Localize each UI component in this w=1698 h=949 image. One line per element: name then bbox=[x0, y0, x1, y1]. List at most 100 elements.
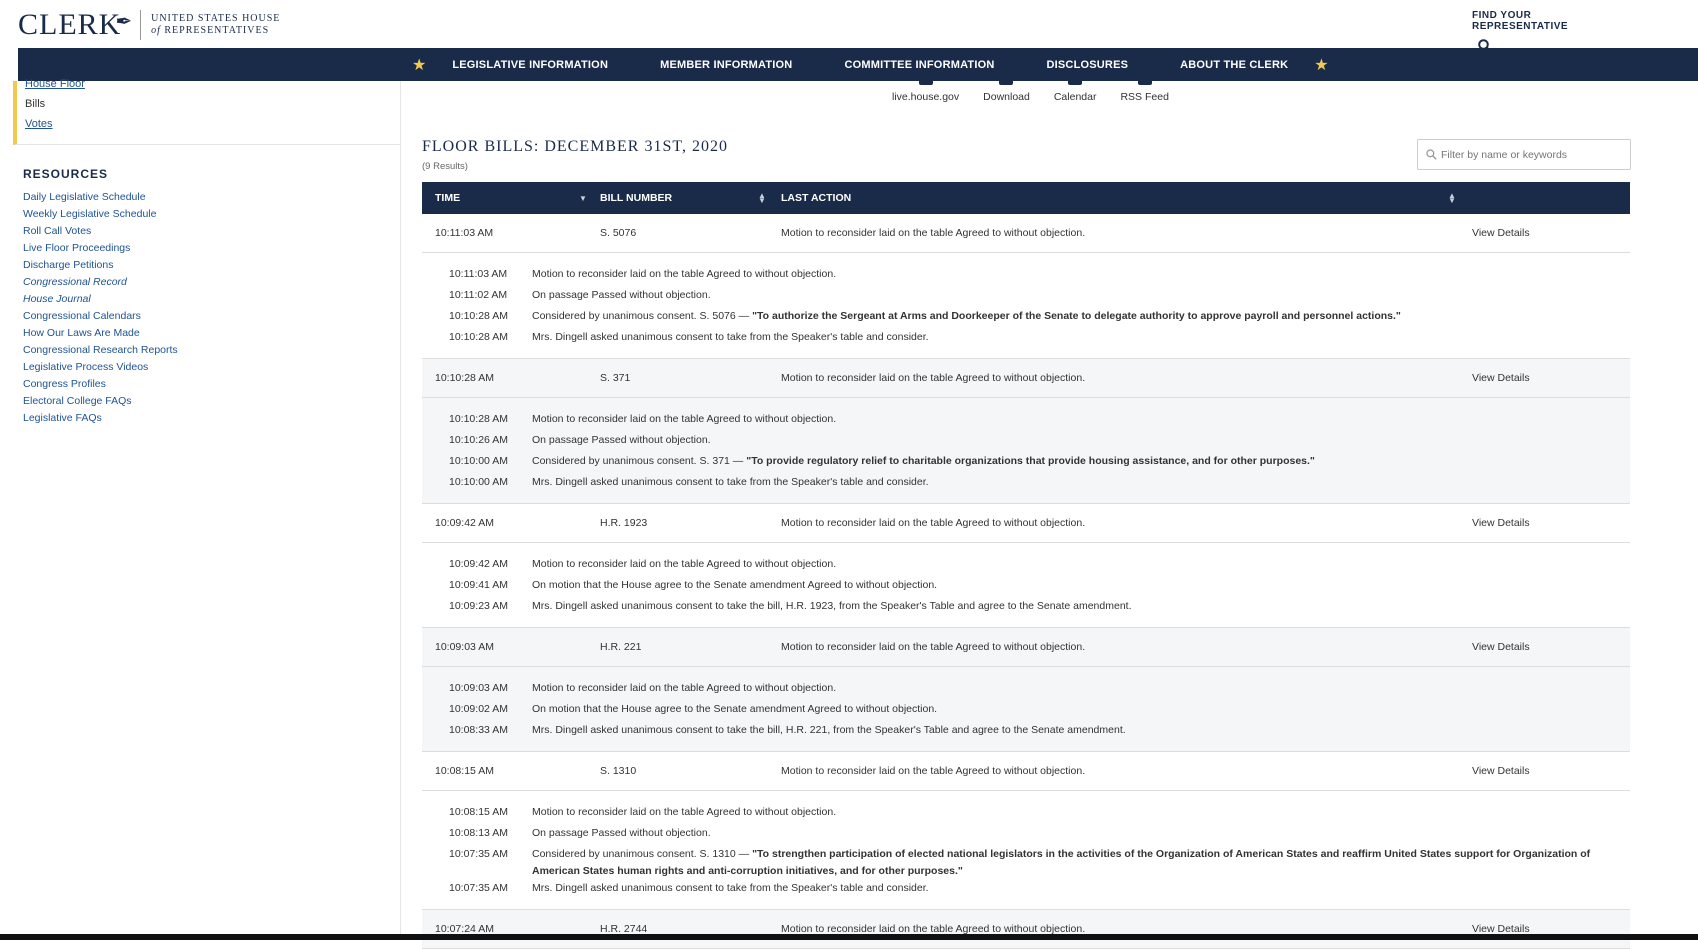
nav-committee-information[interactable]: COMMITTEE INFORMATION bbox=[844, 59, 994, 71]
rss-icon bbox=[1137, 75, 1152, 85]
action-time: 10:09:23 AM bbox=[449, 600, 508, 612]
column-header-bill-number[interactable]: BILL NUMBER bbox=[600, 182, 672, 214]
main-content: live.house.gov Download Calendar RSS Fee… bbox=[402, 75, 1698, 949]
table-row[interactable]: 10:08:15 AM S. 1310 Motion to reconsider l… bbox=[422, 752, 1630, 791]
column-header-last-action[interactable]: LAST ACTION bbox=[781, 182, 851, 214]
action-text: Mrs. Dingell asked unanimous consent to … bbox=[532, 880, 1630, 901]
logo-of: of bbox=[151, 25, 161, 36]
quill-icon: ✒ bbox=[115, 10, 133, 33]
action-time: 10:09:41 AM bbox=[449, 579, 508, 591]
bill-number[interactable]: H.R. 1923 bbox=[600, 504, 647, 543]
resource-link[interactable]: Live Floor Proceedings bbox=[23, 240, 178, 257]
bill-number[interactable]: S. 5076 bbox=[600, 214, 636, 253]
resource-link[interactable]: Daily Legislative Schedule bbox=[23, 189, 178, 206]
tool-calendar[interactable]: Calendar bbox=[1054, 75, 1096, 105]
action-time: 10:11:02 AM bbox=[449, 289, 508, 301]
action-time: 10:10:28 AM bbox=[449, 413, 508, 425]
nav-about-the-clerk[interactable]: ABOUT THE CLERK bbox=[1180, 59, 1288, 71]
action-description: Mrs. Dingell asked unanimous consent to … bbox=[532, 476, 929, 488]
action-row: 10:09:02 AM On motion that the House agre… bbox=[422, 701, 1630, 722]
results-count: (9 Results) bbox=[422, 161, 468, 172]
view-details-link[interactable]: View Details bbox=[1472, 910, 1530, 949]
action-row: 10:11:02 AM On passage Passed without obj… bbox=[422, 287, 1630, 308]
sidebar: House Floor Bills Votes RESOURCES Daily … bbox=[0, 78, 401, 940]
sort-down-icon[interactable]: ▼ bbox=[579, 195, 587, 203]
resource-link[interactable]: House Journal bbox=[23, 291, 178, 308]
sort-icon[interactable]: ▲ ▼ bbox=[1448, 192, 1456, 205]
bill-number[interactable]: S. 1310 bbox=[600, 752, 636, 791]
bill-last-action: Motion to reconsider laid on the table A… bbox=[781, 517, 1086, 529]
calendar-icon bbox=[1068, 75, 1083, 85]
action-time: 10:10:28 AM bbox=[449, 331, 508, 343]
tool-label: RSS Feed bbox=[1120, 91, 1169, 103]
table-row[interactable]: 10:09:03 AM H.R. 221 Motion to reconsider … bbox=[422, 628, 1630, 667]
resource-link[interactable]: Legislative Process Videos bbox=[23, 359, 178, 376]
resource-link[interactable]: Congressional Research Reports bbox=[23, 342, 178, 359]
resource-link[interactable]: How Our Laws Are Made bbox=[23, 325, 178, 342]
resource-link[interactable]: Discharge Petitions bbox=[23, 257, 178, 274]
logo-line-2: of REPRESENTATIVES bbox=[151, 25, 280, 37]
table-row[interactable]: 10:11:03 AM S. 5076 Motion to reconsider l… bbox=[422, 214, 1630, 253]
bill-time: 10:08:15 AM bbox=[435, 765, 494, 777]
action-text: On passage Passed without objection. bbox=[532, 287, 1630, 308]
sidebar-link-house-floor[interactable]: House Floor bbox=[25, 78, 85, 90]
action-description: Mrs. Dingell asked unanimous consent to … bbox=[532, 724, 1126, 736]
bill-number[interactable]: H.R. 221 bbox=[600, 628, 641, 667]
logo-divider bbox=[140, 10, 142, 40]
view-details-link[interactable]: View Details bbox=[1472, 504, 1530, 543]
bill-number[interactable]: H.R. 2744 bbox=[600, 910, 647, 949]
resource-link[interactable]: Congress Profiles bbox=[23, 376, 178, 393]
action-description: Motion to reconsider laid on the table A… bbox=[532, 268, 837, 280]
resource-link[interactable]: Congressional Calendars bbox=[23, 308, 178, 325]
sidebar-link-votes[interactable]: Votes bbox=[25, 118, 53, 130]
action-time: 10:09:03 AM bbox=[449, 682, 508, 694]
action-time: 10:09:02 AM bbox=[449, 703, 508, 715]
view-details-link[interactable]: View Details bbox=[1472, 752, 1530, 791]
tool-download[interactable]: Download bbox=[983, 75, 1030, 105]
resource-link[interactable]: Electoral College FAQs bbox=[23, 393, 178, 410]
nav-legislative-information[interactable]: LEGISLATIVE INFORMATION bbox=[452, 59, 608, 71]
logo-line-2-text: REPRESENTATIVES bbox=[164, 25, 270, 36]
bill-last-action: Motion to reconsider laid on the table A… bbox=[781, 372, 1086, 384]
view-details-link[interactable]: View Details bbox=[1472, 628, 1530, 667]
clerk-logo[interactable]: CLERK ✒ UNITED STATES HOUSE of REPRESENT… bbox=[18, 8, 280, 42]
resources-heading: RESOURCES bbox=[23, 167, 109, 181]
action-row: 10:09:03 AM Motion to reconsider laid on … bbox=[422, 680, 1630, 701]
bills-table: TIME ▼ BILL NUMBER ▲ ▼ LAST ACTION ▲ ▼ 10:… bbox=[422, 182, 1630, 949]
action-row: 10:09:42 AM Motion to reconsider laid on … bbox=[422, 556, 1630, 577]
resource-link[interactable]: Weekly Legislative Schedule bbox=[23, 206, 178, 223]
action-description: On passage Passed without objection. bbox=[532, 827, 711, 839]
tool-label: Download bbox=[983, 91, 1030, 103]
nav-member-information[interactable]: MEMBER INFORMATION bbox=[660, 59, 792, 71]
resource-link[interactable]: Roll Call Votes bbox=[23, 223, 178, 240]
resource-link[interactable]: Congressional Record bbox=[23, 274, 178, 291]
action-description: On motion that the House agree to the Se… bbox=[532, 703, 938, 715]
bill-number[interactable]: S. 371 bbox=[600, 359, 630, 398]
action-time: 10:10:26 AM bbox=[449, 434, 508, 446]
view-details-link[interactable]: View Details bbox=[1472, 359, 1530, 398]
filter-input[interactable] bbox=[1441, 148, 1626, 161]
action-row: 10:10:28 AM Considered by unanimous conse… bbox=[422, 308, 1630, 329]
bill-time: 10:11:03 AM bbox=[435, 227, 494, 239]
bill-title: "To provide regulatory relief to charita… bbox=[746, 455, 1315, 467]
bill-actions-detail: 10:09:42 AM Motion to reconsider laid on … bbox=[422, 543, 1630, 628]
download-icon bbox=[999, 75, 1014, 85]
tool-label: live.house.gov bbox=[892, 91, 960, 103]
sort-icon[interactable]: ▲ ▼ bbox=[758, 192, 766, 205]
table-row[interactable]: 10:10:28 AM S. 371 Motion to reconsider la… bbox=[422, 359, 1630, 398]
action-row: 10:07:35 AM Mrs. Dingell asked unanimous … bbox=[422, 880, 1630, 901]
resource-link[interactable]: Legislative FAQs bbox=[23, 410, 178, 427]
table-row[interactable]: 10:07:24 AM H.R. 2744 Motion to reconsider… bbox=[422, 910, 1630, 949]
find-representative-label: FIND YOUR REPRESENTATIVE bbox=[1472, 10, 1569, 32]
view-details-link[interactable]: View Details bbox=[1472, 214, 1530, 253]
logo-line-1: UNITED STATES HOUSE bbox=[151, 13, 281, 24]
action-description: On motion that the House agree to the Se… bbox=[532, 579, 938, 591]
tool-live-house[interactable]: live.house.gov bbox=[892, 75, 960, 105]
filter-box[interactable] bbox=[1417, 139, 1631, 170]
tool-rss[interactable]: RSS Feed bbox=[1120, 75, 1169, 105]
sidebar-link-bills[interactable]: Bills bbox=[25, 98, 45, 110]
column-header-time[interactable]: TIME bbox=[435, 182, 460, 214]
bill-actions-detail: 10:09:03 AM Motion to reconsider laid on … bbox=[422, 667, 1630, 752]
nav-disclosures[interactable]: DISCLOSURES bbox=[1046, 59, 1128, 71]
table-row[interactable]: 10:09:42 AM H.R. 1923 Motion to reconsider… bbox=[422, 504, 1630, 543]
